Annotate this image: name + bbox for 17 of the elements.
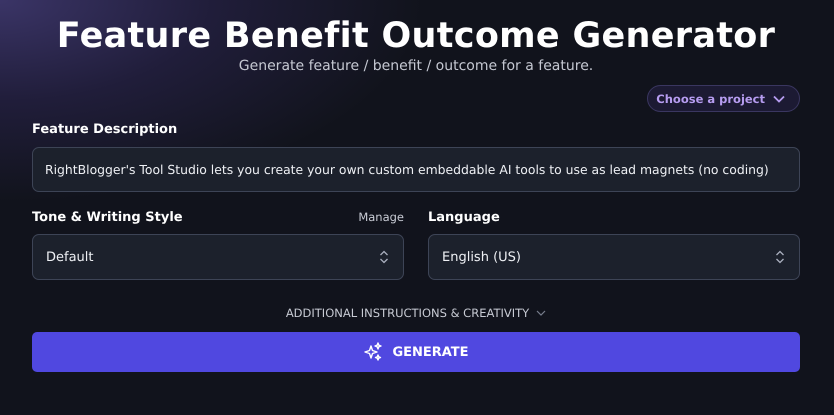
- field-label: Feature Description: [32, 121, 178, 139]
- additional-options-toggle[interactable]: ADDITIONAL INSTRUCTIONS & CREATIVITY: [286, 306, 546, 320]
- page-title: Feature Benefit Outcome Generator: [56, 15, 776, 58]
- sparkles-icon: [363, 342, 384, 362]
- select-field[interactable]: Default: [32, 234, 404, 280]
- field-label: Language: [428, 210, 500, 224]
- chevron-down-icon: [536, 310, 546, 316]
- select-field[interactable]: English (US): [428, 234, 800, 280]
- sort-arrows-icon: [379, 250, 389, 264]
- generate-button[interactable]: GENERATE: [32, 332, 800, 372]
- chevron-down-icon: [773, 94, 785, 102]
- page-subtitle: Generate feature / benefit / outcome for a feature.: [238, 57, 594, 76]
- feature-description-field[interactable]: RightBlogger's Tool Studio lets you create your own custom embeddable AI tools to use as lead magnets (no coding): [32, 147, 800, 192]
- manage-link[interactable]: Manage: [358, 210, 404, 224]
- sort-arrows-icon: [775, 250, 785, 264]
- field-label: Tone & Writing Style: [32, 210, 183, 224]
- project-dropdown[interactable]: Choose a project: [647, 85, 800, 112]
